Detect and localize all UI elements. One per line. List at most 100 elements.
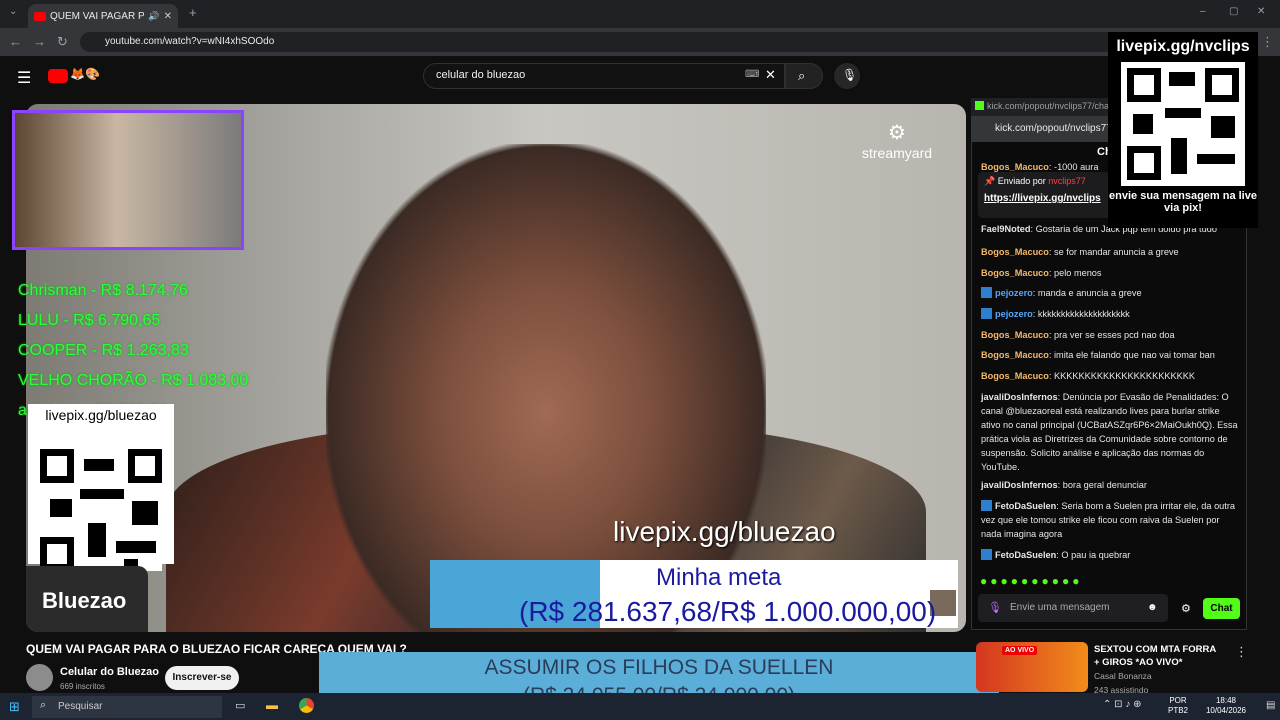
pin-icon: 📌 — [984, 176, 998, 186]
chat-username[interactable]: FetoDaSuelen — [995, 501, 1056, 511]
channel-name[interactable]: Celular do Bluezao — [60, 666, 159, 678]
task-view-icon[interactable]: ▭ — [235, 699, 245, 712]
subscribe-button[interactable]: Inscrever-se — [165, 666, 239, 690]
voice-search-button[interactable]: 🎙 — [834, 63, 860, 89]
back-icon[interactable]: ← — [9, 34, 22, 49]
browser-menu-icon[interactable]: ⋮ — [1261, 34, 1274, 50]
kick-logo-icon — [975, 101, 984, 110]
clock-time: 18:48 — [1215, 696, 1236, 705]
chat-username[interactable]: Bogos_Macuco — [981, 350, 1049, 360]
goal-value: (R$ 281.637,68/R$ 1.000.000,00) — [519, 596, 937, 627]
tab-close-icon[interactable]: ✕ — [164, 11, 172, 22]
chat-message[interactable]: pejozero: manda e anuncia a greve — [981, 286, 1241, 300]
chat-username[interactable]: pejozero — [995, 288, 1033, 298]
chat-text: kkkkkkkkkkkkkkkkkkkk — [1037, 309, 1130, 319]
chat-message[interactable]: FetoDaSuelen: O pau ia quebrar — [981, 548, 1241, 562]
secondary-goal-title: ASSUMIR OS FILHOS DA SUELLEN — [484, 656, 834, 679]
qr-code-icon — [1121, 62, 1245, 186]
chat-message[interactable]: pejozero: kkkkkkkkkkkkkkkkkkkk — [981, 307, 1241, 321]
chat-message[interactable]: Bogos_Macuco: KKKKKKKKKKKKKKKKKKKKKKK — [981, 369, 1241, 383]
maximize-icon[interactable]: ▢ — [1229, 6, 1238, 17]
browser-tab[interactable]: QUEM VAI PAGAR PARA O B 🔊 ✕ — [28, 4, 178, 28]
chat-text: O pau ia quebrar — [1061, 550, 1131, 560]
new-tab-icon[interactable]: + — [189, 5, 197, 20]
qr-right-title: livepix.gg/nvclips — [1116, 38, 1250, 55]
recommended-title[interactable]: SEXTOU COM MTA FORRA + GIROS *AO VIVO* — [1094, 643, 1224, 669]
language-code: POR — [1169, 696, 1187, 705]
reload-icon[interactable]: ↻ — [57, 34, 68, 50]
tab-title: QUEM VAI PAGAR PARA O B — [50, 10, 144, 22]
chat-message[interactable]: javaliDosInfernos: Denúncia por Evasão d… — [981, 390, 1241, 474]
taskbar-clock[interactable]: 18:48 10/04/2026 — [1206, 696, 1246, 716]
chat-username[interactable]: Bogos_Macuco — [981, 162, 1049, 172]
chat-send-button[interactable]: Chat — [1203, 598, 1240, 619]
emote-bar[interactable]: ●●●●●●●●●● — [980, 574, 1082, 588]
search-input[interactable]: celular do bluezao — [423, 63, 785, 89]
chat-username[interactable]: Bogos_Macuco — [981, 247, 1049, 257]
chat-username[interactable]: pejozero — [995, 309, 1033, 319]
settings-gear-icon[interactable]: ⚙ — [1181, 602, 1191, 615]
chat-username[interactable]: Bogos_Macuco — [981, 330, 1049, 340]
search-button[interactable]: ⌕ — [785, 63, 823, 89]
chat-message[interactable]: Bogos_Macuco: pra ver se esses pcd nao d… — [981, 328, 1241, 342]
clear-search-icon[interactable]: ✕ — [765, 67, 776, 83]
chat-text: manda e anuncia a greve — [1037, 288, 1142, 298]
keyboard-icon[interactable]: ⌨ — [745, 69, 759, 80]
chat-text: -1000 aura — [1054, 162, 1099, 172]
pinned-by-label: Enviado por — [997, 176, 1046, 186]
audio-icon[interactable]: 🔊 — [148, 11, 159, 22]
window-close-icon[interactable]: ✕ — [1257, 6, 1265, 17]
forward-icon[interactable]: → — [33, 34, 46, 49]
goal-title: Minha meta — [656, 564, 782, 591]
hamburger-menu-icon[interactable]: ☰ — [17, 68, 31, 88]
chat-username[interactable]: FetoDaSuelen — [995, 550, 1056, 560]
user-badge-icon — [981, 549, 992, 560]
file-explorer-icon[interactable]: ▬ — [266, 698, 278, 712]
pinned-link[interactable]: https://livepix.gg/nvclips — [984, 193, 1112, 204]
donation-line: Chrisman - R$ 8.174,76 — [18, 282, 188, 299]
input-language[interactable]: POR PTB2 — [1168, 696, 1188, 716]
minimize-icon[interactable]: – — [1200, 6, 1206, 17]
youtube-favicon-icon — [34, 11, 46, 21]
channel-avatar[interactable] — [26, 664, 53, 691]
chat-message-input[interactable]: Envie uma mensagem — [978, 594, 1168, 622]
donation-line: COOPER - R$ 1.263,83 — [18, 342, 189, 359]
windows-taskbar: ⊞ Pesquisar ⌕ ▭ ▬ ⌃ ⊡ ♪ ⊕ POR PTB2 18:48… — [0, 693, 1280, 720]
search-icon: ⌕ — [798, 68, 806, 83]
recommended-thumbnail[interactable]: AO VIVO — [976, 642, 1088, 692]
chat-username[interactable]: Bogos_Macuco — [981, 371, 1049, 381]
chat-message[interactable]: Bogos_Macuco: imita ele falando que nao … — [981, 348, 1241, 362]
subscriber-count: 669 inscritos — [60, 682, 105, 691]
pinned-message[interactable]: 📌 Enviado por nvclips77 https://livepix.… — [978, 172, 1118, 218]
system-tray-icons[interactable]: ⌃ ⊡ ♪ ⊕ — [1103, 699, 1141, 710]
chrome-icon[interactable] — [299, 698, 314, 713]
doodle-logo-icon[interactable]: 🦊🎨 — [70, 67, 100, 81]
emoji-icon[interactable]: ☻ — [1147, 602, 1158, 613]
chat-username[interactable]: javaliDosInfernos — [981, 480, 1058, 490]
streamyard-watermark: ⚙ streamyard — [862, 120, 932, 161]
qr-left-label: livepix.gg/bluezao — [45, 407, 157, 423]
tab-list-chevron-icon[interactable]: ⌄ — [9, 6, 17, 17]
qr-code-right-panel: livepix.gg/nvclips envie sua mensagem na… — [1108, 32, 1258, 228]
chat-username[interactable]: Fael9Noted — [981, 224, 1031, 234]
recommended-menu-icon[interactable]: ⋮ — [1235, 644, 1248, 660]
qr-code-left: livepix.gg/bluezao — [28, 404, 174, 571]
chat-message[interactable]: FetoDaSuelen: Seria bom a Suelen pra irr… — [981, 499, 1241, 541]
taskbar-search[interactable]: Pesquisar — [32, 696, 222, 718]
youtube-logo-icon[interactable] — [48, 69, 68, 83]
pinned-by-user: nvclips77 — [1048, 176, 1086, 186]
chat-message[interactable]: Bogos_Macuco: se for mandar anuncia a gr… — [981, 245, 1241, 259]
windows-start-icon[interactable]: ⊞ — [9, 699, 20, 715]
donation-line: LULU - R$ 6.790,65 — [18, 312, 161, 329]
url-field[interactable]: youtube.com/watch?v=wNI4xhSOOdo — [80, 32, 1250, 52]
chat-username[interactable]: Bogos_Macuco — [981, 268, 1049, 278]
notifications-icon[interactable]: ▤ — [1266, 700, 1275, 711]
user-badge-icon — [981, 500, 992, 511]
streamer-name-tag: Bluezao — [26, 566, 148, 632]
chat-username[interactable]: javaliDosInfernos — [981, 392, 1058, 402]
chat-text: Denúncia por Evasão de Penalidades: O ca… — [981, 392, 1238, 472]
mic-chat-icon[interactable]: 🎙 — [988, 601, 1002, 614]
chat-message[interactable]: Bogos_Macuco: pelo menos — [981, 266, 1241, 280]
chat-message[interactable]: javaliDosInfernos: bora geral denunciar — [981, 478, 1241, 492]
recommended-channel[interactable]: Casal Bonanza — [1094, 671, 1152, 681]
